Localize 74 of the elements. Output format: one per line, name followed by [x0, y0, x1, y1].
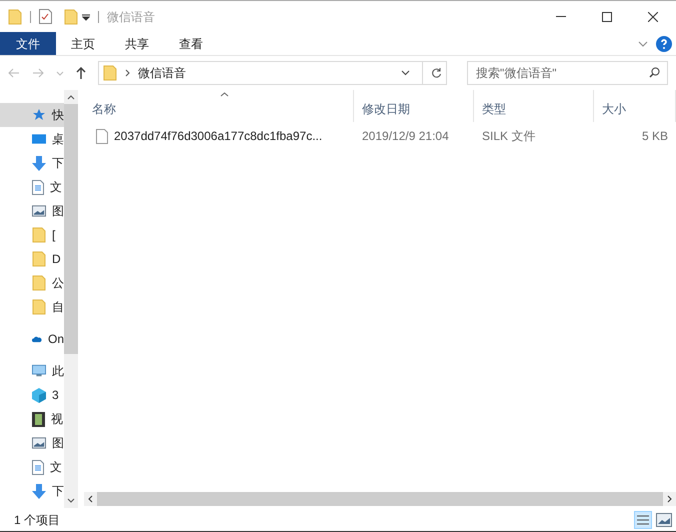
close-icon [648, 12, 658, 22]
folder-icon [32, 275, 46, 291]
folder-icon [32, 227, 46, 243]
nav-item[interactable]: 3 [0, 383, 64, 407]
nav-item[interactable]: 公 [0, 271, 64, 295]
folder-icon [32, 251, 46, 267]
chevron-down-icon[interactable] [67, 498, 75, 503]
scrollbar-thumb[interactable] [64, 104, 78, 354]
nav-item[interactable]: 快 [0, 103, 64, 127]
up-arrow-icon[interactable] [76, 67, 86, 79]
file-name: 2037dd74f76d3006a177c8dc1fba97c... [114, 128, 322, 145]
nav-item[interactable]: D [0, 247, 64, 271]
help-icon[interactable] [656, 36, 672, 52]
folder-icon [8, 8, 22, 24]
folder-icon [103, 65, 117, 81]
file-icon [96, 128, 108, 144]
ribbon-tab[interactable]: 主页 [56, 32, 110, 55]
desktop-icon [32, 133, 46, 145]
folder-icon [32, 299, 46, 315]
nav-item[interactable]: 桌 [0, 127, 64, 151]
ribbon-tab[interactable]: 共享 [110, 32, 164, 55]
path-segment[interactable]: 微信语音 [138, 64, 186, 82]
modified-date: 2019/12/9 21:04 [361, 128, 450, 145]
chevron-right-icon[interactable] [667, 495, 672, 503]
download-arrow-icon [32, 156, 46, 170]
new-folder-icon [64, 8, 78, 24]
details-view-icon[interactable] [634, 510, 652, 528]
film-icon [32, 412, 45, 426]
chevron-left-icon[interactable] [88, 495, 93, 503]
column-header[interactable]: 名称 [84, 90, 354, 122]
file-size: 5 KB [640, 128, 669, 145]
chevron-down-icon[interactable] [401, 70, 410, 76]
maximize-icon [602, 12, 612, 22]
address-bar[interactable]: 微信语音 [98, 61, 447, 85]
ribbon-tab[interactable]: 查看 [164, 32, 218, 55]
nav-item[interactable]: 此 [0, 359, 64, 383]
column-header[interactable]: 大小 [594, 90, 676, 122]
column-header[interactable]: 类型 [474, 90, 594, 122]
refresh-icon[interactable] [431, 68, 442, 78]
window-title: 微信语音 [107, 8, 155, 26]
search-icon[interactable] [649, 67, 660, 78]
nav-item[interactable]: 文 [0, 455, 64, 479]
document-icon [32, 460, 44, 474]
dropdown-caret-icon[interactable] [82, 12, 90, 20]
large-icons-view-icon[interactable] [656, 512, 672, 526]
image-icon [32, 437, 46, 449]
minimize-icon [556, 16, 566, 17]
nav-item[interactable]: 自 [0, 295, 64, 319]
monitor-icon [32, 364, 46, 378]
file-row[interactable]: 2037dd74f76d3006a177c8dc1fba97c... 2019/12/9 21:04 SILK 文件 5 KB [84, 125, 676, 147]
file-type: SILK 文件 [481, 128, 536, 145]
star-icon [32, 108, 46, 122]
nav-item[interactable]: [ [0, 223, 64, 247]
nav-item[interactable]: 下 [0, 151, 64, 175]
nav-item[interactable]: 视 [0, 407, 64, 431]
sort-caret-icon [220, 92, 229, 97]
search-field[interactable]: 搜索"微信语音" [467, 61, 668, 85]
document-icon [32, 180, 44, 194]
column-header[interactable]: 修改日期 [354, 90, 474, 122]
image-icon [32, 205, 46, 217]
nav-item[interactable]: On [0, 327, 64, 351]
properties-icon[interactable] [39, 9, 52, 24]
cloud-icon [32, 334, 42, 344]
nav-item[interactable]: 下 [0, 479, 64, 503]
item-count: 1 个项目 [14, 512, 60, 528]
download-arrow-icon [32, 484, 46, 498]
vertical-scrollbar[interactable] [64, 90, 78, 508]
chevron-up-icon[interactable] [67, 95, 75, 100]
nav-item[interactable]: 图 [0, 199, 64, 223]
chevron-right-icon [125, 69, 130, 77]
ribbon-tab[interactable]: 文件 [0, 32, 56, 55]
cube-icon [32, 388, 46, 402]
nav-item[interactable]: 图 [0, 431, 64, 455]
nav-item[interactable]: 文 [0, 175, 64, 199]
